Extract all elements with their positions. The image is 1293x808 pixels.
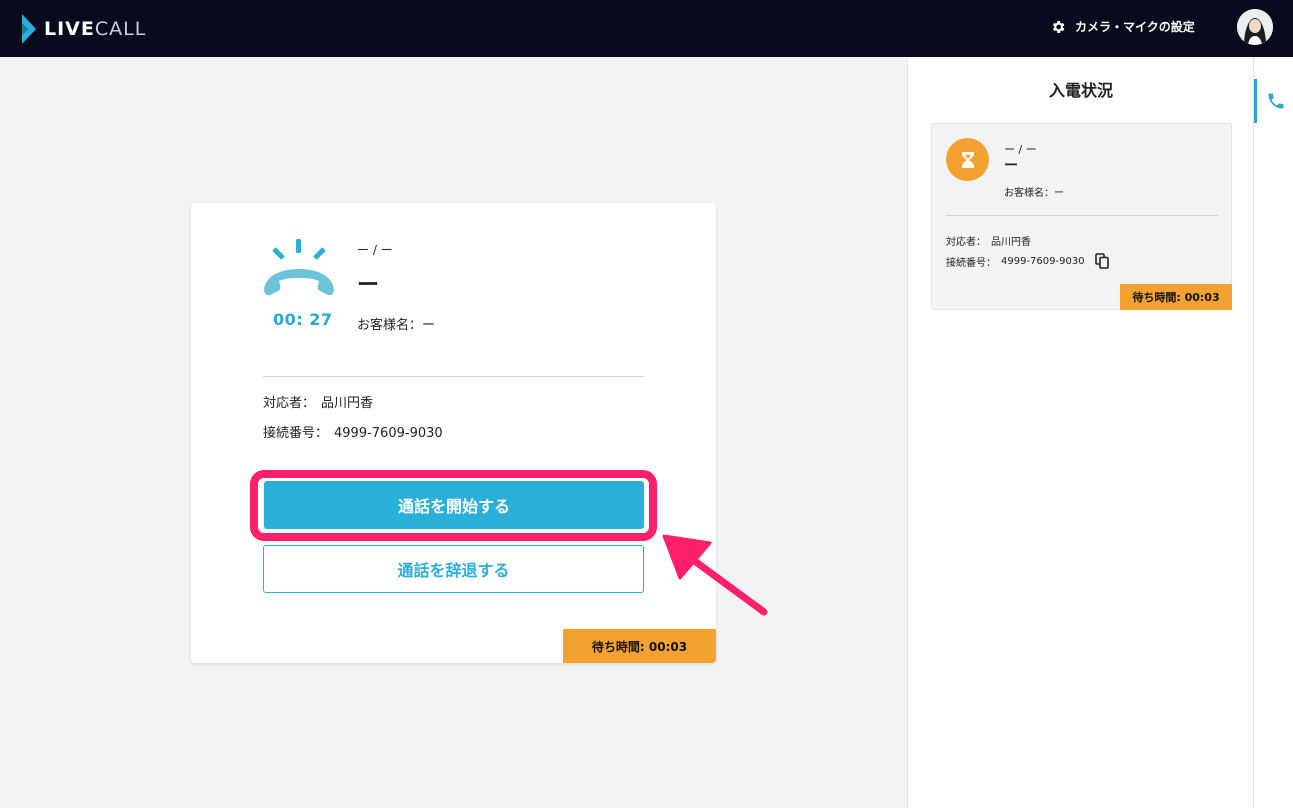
settings-label: カメラ・マイクの設定 [1075,20,1195,34]
divider [946,215,1218,216]
customer-name: お客様名：ー [357,314,435,333]
item-customer-name: お客様名：ー [1004,188,1064,199]
logo-chevron-icon [22,14,36,44]
arrow-pointer [662,534,768,616]
customer-name-value: ー [422,318,436,333]
start-call-button[interactable]: 通話を開始する [264,481,644,529]
call-timer: 00: 27 [273,310,333,329]
caller-subtitle: ー / ー [357,243,393,257]
item-number-label: 接続番号： [946,257,996,269]
phone-icon [1268,93,1283,109]
connection-number-label: 接続番号： [263,426,329,441]
incoming-status-panel: 入電状況 ー / ー ー お客様名：ー 対応者： 品川円香 接続番号： 4999-7… [907,57,1253,808]
connection-number-row: 接続番号： 4999-7609-9030 [263,422,443,441]
agent-value: 品川円香 [321,396,374,411]
logo-text: LIVECALL [44,18,147,40]
agent-row: 対応者： 品川円香 [263,392,373,411]
item-agent-label: 対応者： [946,237,986,248]
wait-time-badge: 待ち時間: 00:03 [563,629,716,663]
user-photo [1237,9,1273,45]
divider [263,376,644,377]
hourglass-icon [946,138,989,181]
copy-icon[interactable] [1094,253,1109,269]
item-number-row: 接続番号： 4999-7609-9030 [946,253,1109,269]
item-number-value: 4999-7609-9030 [1001,255,1085,267]
livecall-logo[interactable]: LIVECALL [20,13,146,45]
right-tab-strip [1253,57,1293,808]
customer-name-label: お客様名： [357,318,423,333]
agent-label: 対応者： [263,396,316,411]
tab-calls[interactable] [1254,79,1293,123]
item-agent-row: 対応者： 品川円香 [946,233,1031,248]
item-title: ー [1004,158,1018,174]
item-agent-value: 品川円香 [991,237,1031,248]
decline-call-button[interactable]: 通話を辞退する [263,545,644,593]
top-header: LIVECALL カメラ・マイクの設定 [0,0,1293,57]
item-wait-time-badge: 待ち時間: 00:03 [1120,284,1232,310]
camera-mic-settings-button[interactable]: カメラ・マイクの設定 [1050,18,1195,35]
gear-icon [1052,20,1065,33]
ringing-phone-icon [264,239,334,296]
incoming-call-item[interactable]: ー / ー ー お客様名：ー 対応者： 品川円香 接続番号： 4999-7609-9… [931,123,1232,310]
caller-title: ー [357,273,380,298]
panel-title: 入電状況 [1048,81,1113,100]
incoming-call-card: 00: 27 ー / ー ー お客様名：ー 対応者： 品川円香 接続番号： 4999… [191,203,716,663]
connection-number-value: 4999-7609-9030 [334,426,443,441]
avatar[interactable] [1237,9,1273,45]
